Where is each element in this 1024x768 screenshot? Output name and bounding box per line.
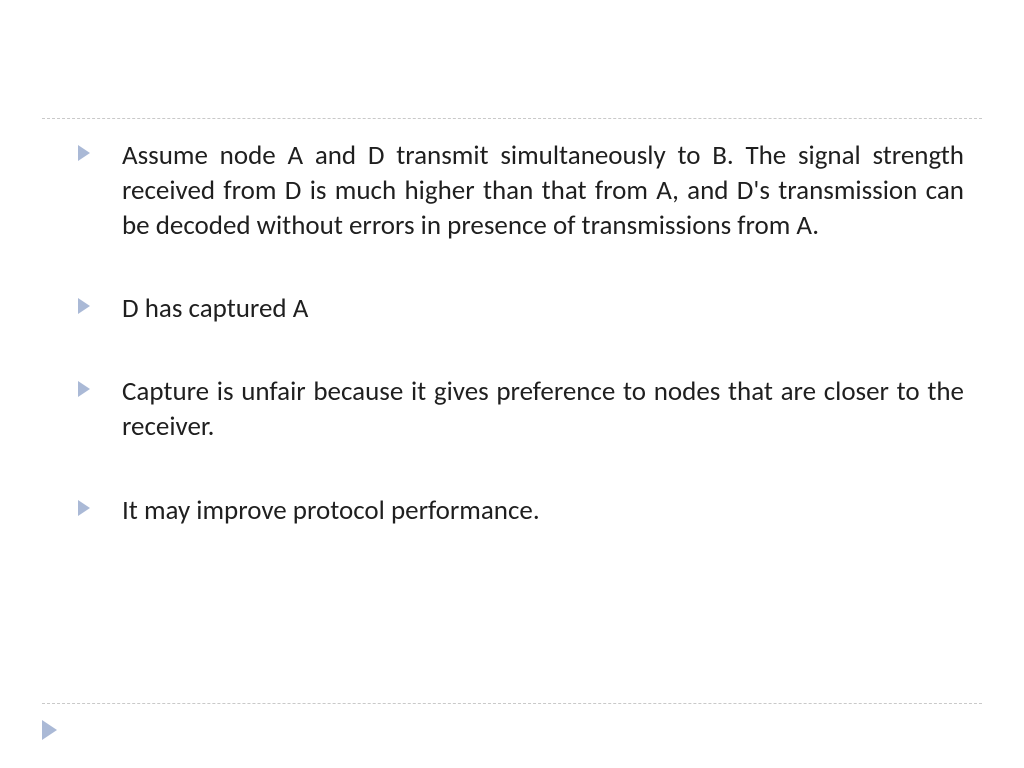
bullet-text: It may improve protocol performance. — [122, 494, 540, 527]
list-item: D has captured A — [76, 291, 964, 326]
bullet-text: D has captured A — [122, 292, 308, 325]
bullet-triangle-icon — [78, 298, 90, 314]
divider-bottom — [42, 703, 982, 704]
list-item: It may improve protocol performance. — [76, 493, 964, 528]
bullet-text: Capture is unfair because it gives prefe… — [122, 375, 964, 443]
bullet-triangle-icon — [78, 145, 90, 161]
bullet-triangle-icon — [78, 500, 90, 516]
list-item: Capture is unfair because it gives prefe… — [76, 374, 964, 444]
slide: Assume node A and D transmit simultaneou… — [0, 0, 1024, 768]
bullet-text: Assume node A and D transmit simultaneou… — [122, 139, 964, 242]
list-item: Assume node A and D transmit simultaneou… — [76, 138, 964, 243]
footer-triangle-icon — [42, 720, 57, 740]
content-area: Assume node A and D transmit simultaneou… — [76, 138, 964, 576]
bullet-triangle-icon — [78, 381, 90, 397]
divider-top — [42, 118, 982, 119]
